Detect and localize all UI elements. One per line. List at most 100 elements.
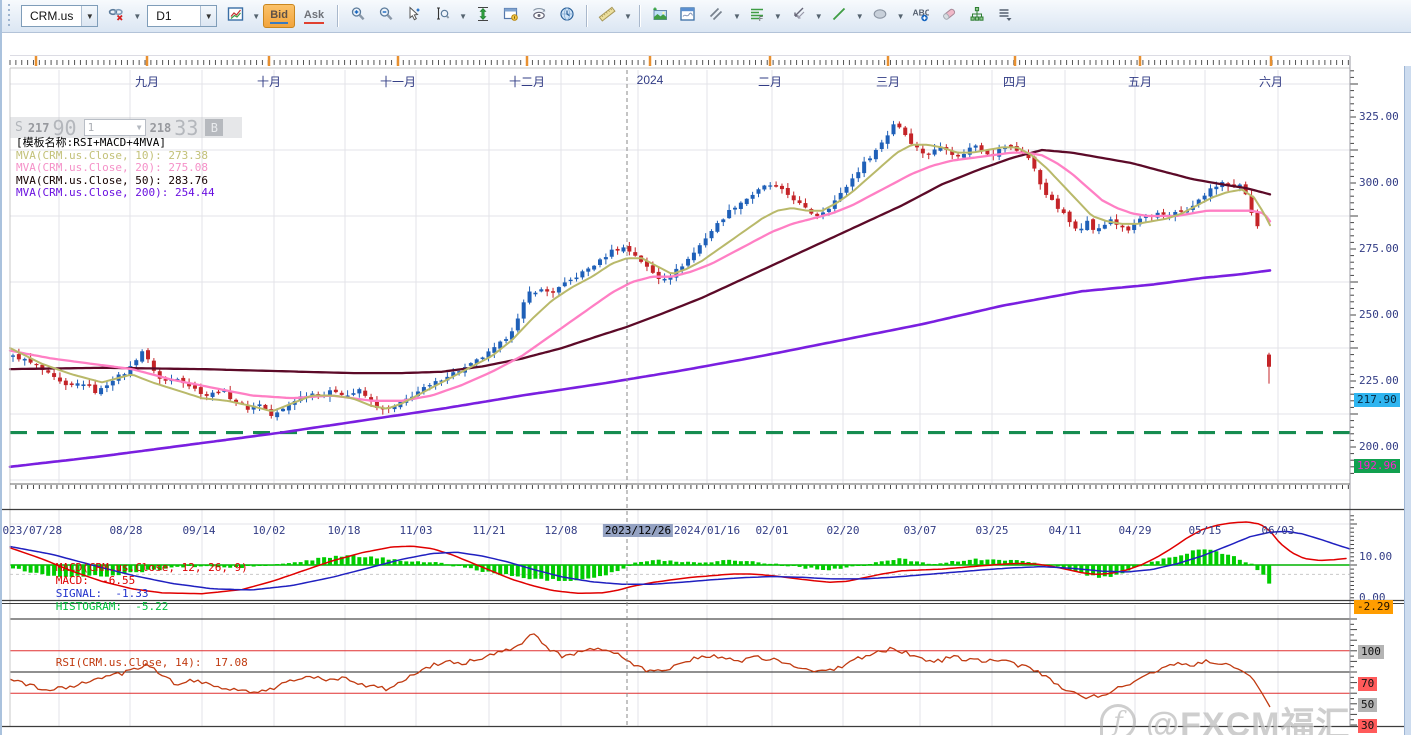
month-label-3: 十二月: [508, 75, 546, 89]
eraser-icon: [941, 6, 957, 27]
ask-line-button[interactable]: Ask: [297, 4, 331, 28]
channel-tool-button[interactable]: [703, 3, 729, 29]
more-tools-button[interactable]: [992, 3, 1018, 29]
image-add-button[interactable]: [647, 3, 673, 29]
vertical-scrollbar[interactable]: [1404, 66, 1411, 735]
price-tick-1: 300.00: [1359, 176, 1399, 189]
date-label-0: 2023/07/28: [0, 524, 63, 537]
month-label-2: 十一月: [379, 75, 417, 89]
trend-line-button[interactable]: [826, 3, 852, 29]
date-label-13: 03/25: [975, 524, 1009, 537]
date-label-10: 02/01: [755, 524, 789, 537]
text-tool-button[interactable]: ABC: [908, 3, 934, 29]
toolbar-drag-handle[interactable]: [6, 4, 12, 28]
price-tick-2: 275.00: [1359, 242, 1399, 255]
date-label-6: 11/21: [472, 524, 506, 537]
zoom-cursor-icon: [406, 5, 422, 27]
symbol-value: CRM.us: [30, 9, 74, 23]
chart-area[interactable]: 九月 十月 十一月 十二月 2024 二月 三月 四月 五月 六月 2023/07/28 08/28 0…: [2, 33, 1411, 735]
buy-side-label[interactable]: B: [205, 119, 224, 136]
date-label-7: 12/08: [544, 524, 578, 537]
mva-line-1: MVA(CRM.us.Close, 20): 275.08: [16, 161, 209, 174]
session-clock-button[interactable]: [554, 3, 580, 29]
window-properties-button[interactable]: [498, 3, 524, 29]
date-label-3: 10/02: [252, 524, 286, 537]
ellipse-tool-icon: [872, 6, 888, 27]
ruler-button[interactable]: [594, 3, 620, 29]
zoom-measure-dropdown-arrow[interactable]: ▼: [458, 12, 468, 21]
trade-volume-dropdown-arrow[interactable]: ▼: [137, 123, 142, 132]
svg-text:F: F: [759, 16, 763, 22]
buy-price-major[interactable]: 218: [150, 121, 172, 135]
bid-label: Bid: [270, 9, 288, 21]
link-broken-icon: [107, 6, 125, 27]
rsi-tick-0: 100: [1358, 645, 1384, 659]
zoom-measure-icon: [434, 6, 450, 27]
period-dropdown-arrow[interactable]: ▼: [200, 6, 217, 26]
channel-tool-icon: [708, 6, 724, 27]
macd-histogram-value: HISTOGRAM: -5.22: [55, 600, 169, 613]
mva-values-list: MVA(CRM.us.Close, 10): 273.38 MVA(CRM.us.…: [16, 149, 215, 200]
month-label-6: 三月: [875, 75, 901, 89]
chart-style-button[interactable]: [222, 3, 248, 29]
channel-tool-dropdown-arrow[interactable]: ▼: [732, 12, 742, 21]
visibility-icon: [531, 6, 547, 27]
fib-levels-button[interactable]: F: [744, 3, 770, 29]
trade-volume-input[interactable]: 1 ▼: [83, 119, 146, 136]
date-label-14: 04/11: [1048, 524, 1082, 537]
macd-signal-value: SIGNAL: -1.33: [55, 587, 149, 600]
trend-line-dropdown-arrow[interactable]: ▼: [855, 12, 865, 21]
unlink-dropdown-arrow[interactable]: ▼: [132, 12, 142, 21]
sell-price-major[interactable]: 217: [28, 121, 50, 135]
rsi-label-row: RSI(CRM.us.Close, 14): 17.08: [16, 643, 248, 682]
ellipse-tool-button[interactable]: [867, 3, 893, 29]
toolbar-separator: [638, 5, 641, 27]
period-value: D1: [156, 9, 172, 23]
date-label-15: 04/29: [1118, 524, 1152, 537]
window-properties-icon: [503, 6, 519, 27]
more-tools-icon: [997, 6, 1013, 27]
ask-label: Ask: [303, 9, 325, 21]
trading-app-window: CRM.us ▼ ▼ D1 ▼ ▼ Bid Ask ▼ ▼ ▼ F ▼ ▼ ▼ ▼ ABC: [0, 0, 1411, 735]
zoom-cursor-button[interactable]: [401, 3, 427, 29]
visibility-button[interactable]: [526, 3, 552, 29]
month-label-4: 2024: [636, 73, 664, 87]
period-select[interactable]: D1 ▼: [147, 5, 218, 27]
session-clock-icon: [559, 6, 575, 27]
zoom-in-icon: [350, 6, 366, 27]
arrow-tool-button[interactable]: [785, 3, 811, 29]
zoom-measure-button[interactable]: [429, 3, 455, 29]
zoom-out-icon: [378, 6, 394, 27]
bid-line-button[interactable]: Bid: [263, 4, 295, 28]
object-tree-button[interactable]: [964, 3, 990, 29]
chart-style-icon: [227, 6, 244, 27]
eraser-button[interactable]: [936, 3, 962, 29]
arrow-tool-dropdown-arrow[interactable]: ▼: [814, 12, 824, 21]
trend-line-icon: [831, 6, 847, 27]
fib-levels-dropdown-arrow[interactable]: ▼: [773, 12, 783, 21]
month-label-0: 九月: [134, 75, 160, 89]
price-tick-4: 225.00: [1359, 374, 1399, 387]
template-name-label: [模板名称:RSI+MACD+4MVA]: [16, 136, 166, 149]
ruler-icon: [598, 6, 616, 27]
unlink-chart-button[interactable]: [103, 3, 129, 29]
fit-vertical-button[interactable]: [470, 3, 496, 29]
symbol-dropdown-arrow[interactable]: ▼: [81, 6, 98, 26]
fib-levels-icon: F: [749, 6, 765, 27]
text-tool-icon: ABC: [912, 6, 931, 27]
date-label-8: 2023/12/26: [602, 524, 674, 537]
zoom-out-button[interactable]: [373, 3, 399, 29]
date-label-4: 10/18: [327, 524, 361, 537]
buy-price-minor[interactable]: 33: [174, 118, 198, 138]
chart-style-dropdown-arrow[interactable]: ▼: [251, 12, 261, 21]
rsi-tick-1: 70: [1358, 676, 1378, 691]
image-add-icon: [651, 6, 668, 27]
macd-tick-0: 10.00: [1359, 550, 1393, 563]
ellipse-tool-dropdown-arrow[interactable]: ▼: [896, 12, 906, 21]
sell-price-minor[interactable]: 90: [53, 118, 77, 138]
zoom-in-button[interactable]: [345, 3, 371, 29]
ruler-dropdown-arrow[interactable]: ▼: [623, 12, 633, 21]
sell-side-label[interactable]: S: [10, 120, 28, 135]
symbol-select[interactable]: CRM.us ▼: [21, 5, 99, 27]
window-snapshot-button[interactable]: [675, 3, 701, 29]
